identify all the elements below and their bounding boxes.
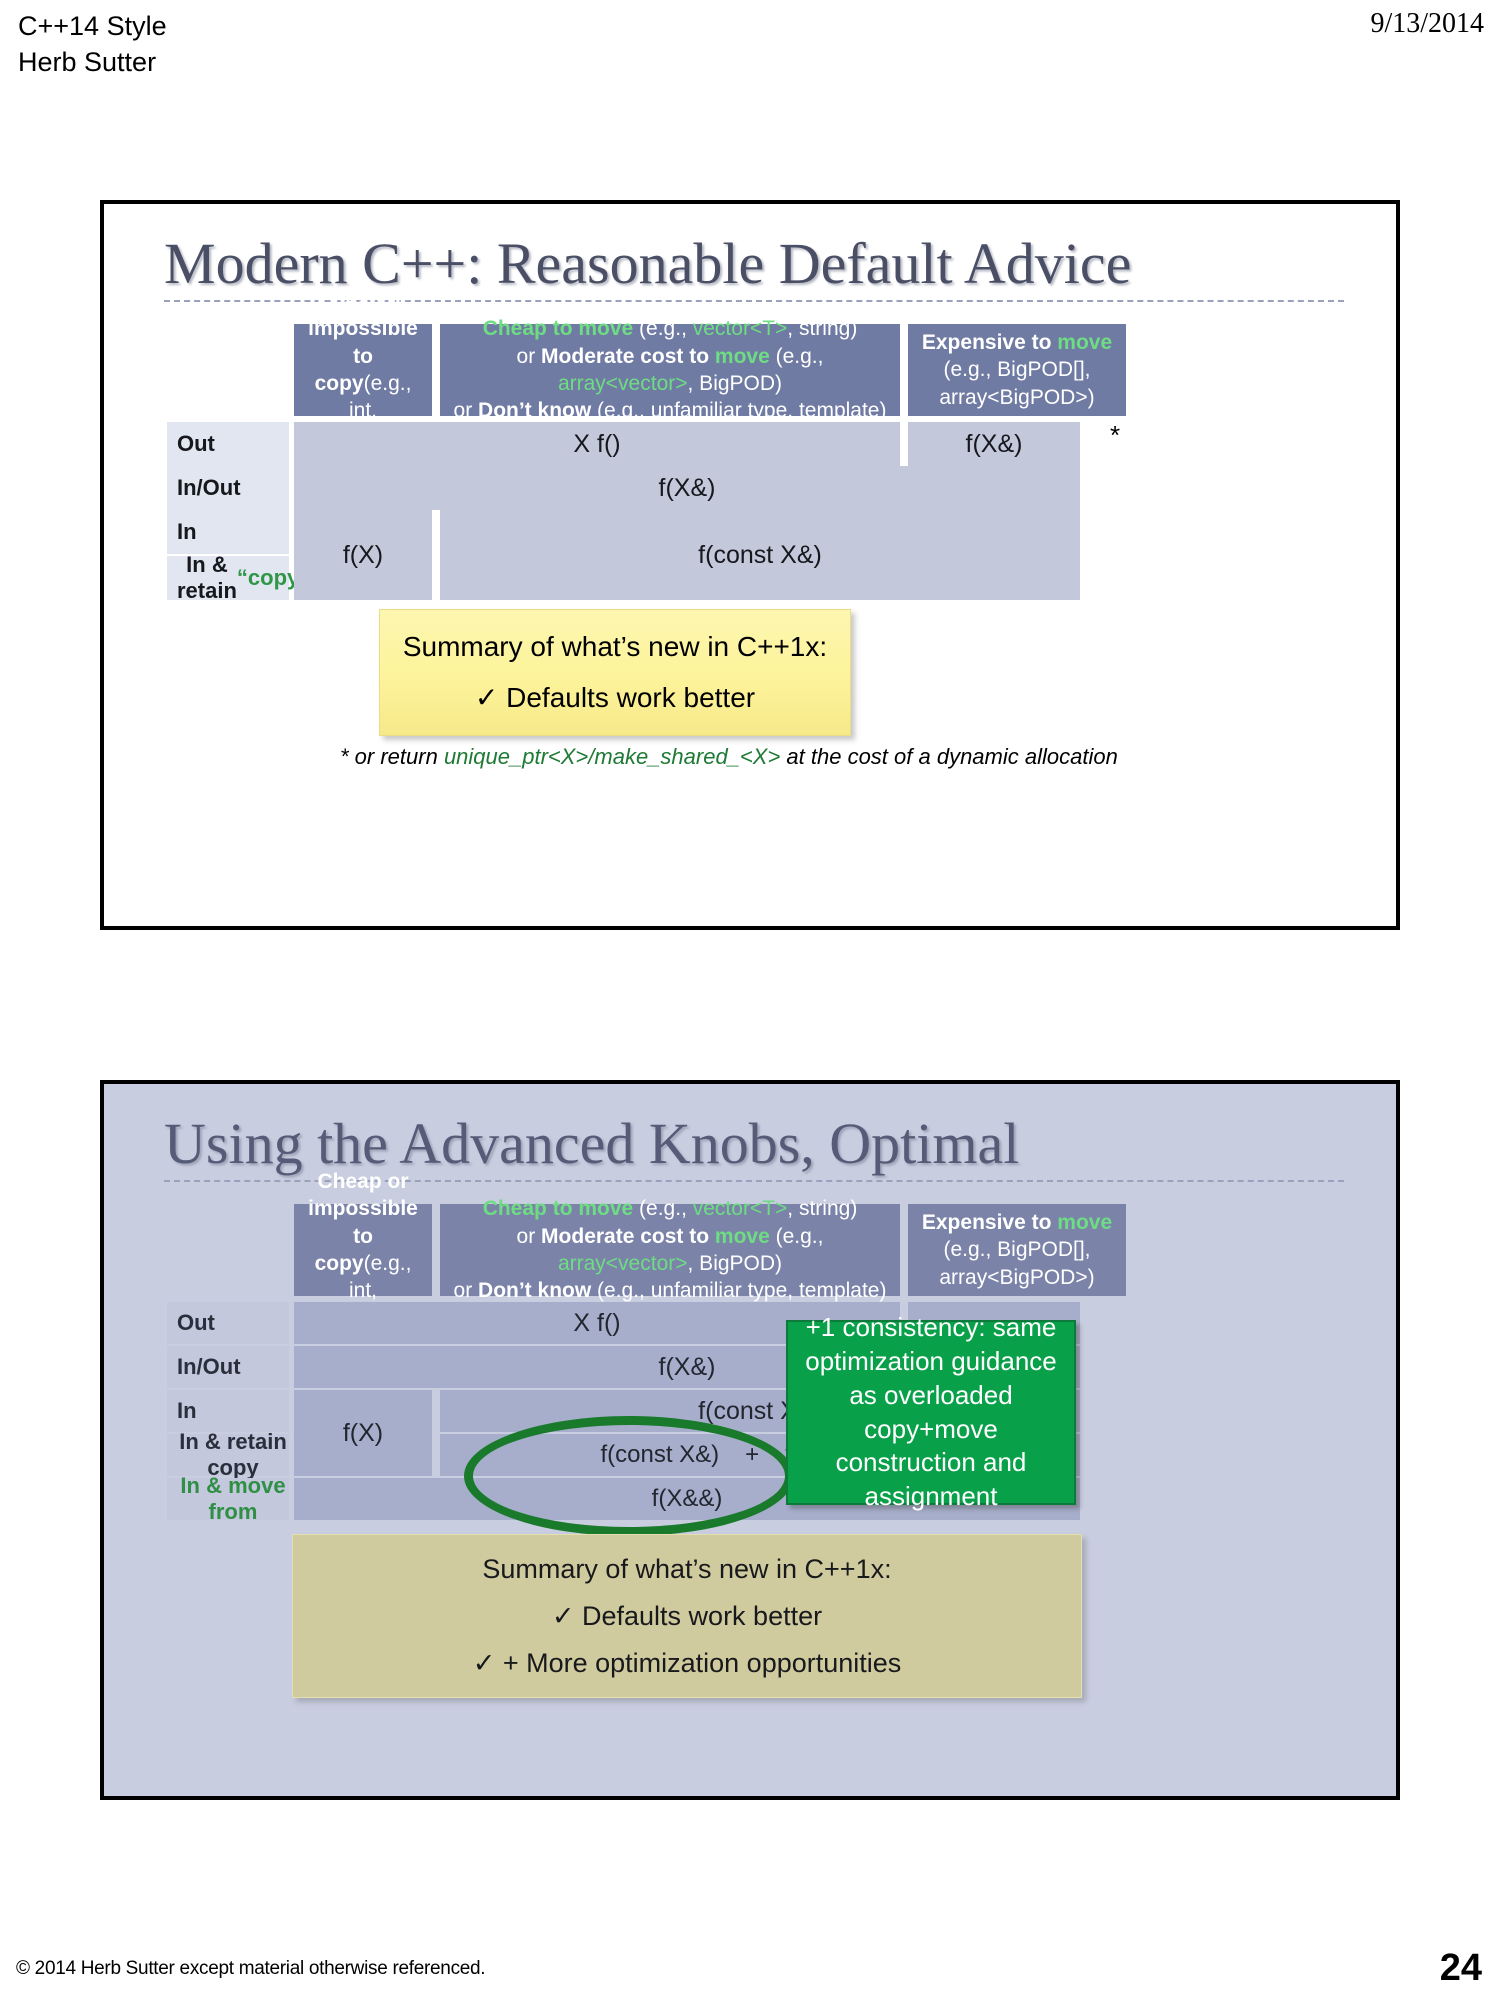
- hdr-text: (e.g.,: [769, 344, 824, 368]
- hdr-text: (e.g., unfamiliar type, template): [591, 399, 887, 423]
- hdr-text: (e.g., BigPOD[],: [943, 1238, 1091, 1262]
- table-row-label-in-move-from: In & move from: [167, 1473, 289, 1524]
- hdr-text: Don’t know: [478, 399, 592, 423]
- hdr-text: move: [714, 1224, 770, 1248]
- table-row-label-out: Out: [167, 1302, 289, 1344]
- table-cell-fx: f(X): [294, 1390, 432, 1476]
- hdr-text: array<vector>: [557, 372, 688, 395]
- hdr-text: (e.g., BigPOD[],: [943, 358, 1091, 382]
- table-row-label-in-retain-copy: In & retain “copy”: [167, 552, 310, 603]
- hdr-text: (e.g., unfamiliar type, template): [591, 1279, 887, 1303]
- table-header-cheap-or-impossible-to-copy: Cheap or impossible to copy(e.g., int, u…: [294, 290, 432, 450]
- table-cell-inout-wide: f(X&): [294, 466, 1080, 510]
- hdr-text: impossible to: [308, 317, 418, 368]
- table-cell-out-wide: X f(): [294, 422, 900, 466]
- table-header-cheap-or-impossible-to-copy: Cheap or impossible to copy(e.g., int, u…: [294, 1170, 432, 1330]
- footnote-asterisk-marker: *: [1110, 420, 1121, 450]
- hdr-text: Cheap to move: [482, 1197, 634, 1221]
- hdr-text: vector<T>: [692, 317, 788, 341]
- hdr-text: Don’t know: [478, 1279, 592, 1303]
- table-row-label-in: In: [167, 1390, 289, 1432]
- hdr-text: array<vector>: [557, 1252, 688, 1275]
- table-row-label-inout: In/Out: [167, 466, 289, 510]
- hdr-text: Expensive to: [921, 331, 1058, 355]
- table-row-label-in-retain-copy: In & retain copy: [167, 1429, 289, 1480]
- row-label-accent: In & move from: [180, 1473, 286, 1524]
- slide-1: Modern C++: Reasonable Default Advice Ch…: [100, 200, 1400, 930]
- table-header-cheap-to-move: Cheap to move (e.g., vector<T>, string) …: [440, 1197, 900, 1302]
- summary-line-1: Summary of what’s new in C++1x:: [482, 1553, 892, 1584]
- hdr-text: (e.g.,: [769, 1224, 824, 1248]
- hdr-text: or: [453, 399, 479, 423]
- page-header: C++14 Style Herb Sutter 9/13/2014: [0, 0, 1500, 96]
- slide-1-table: Cheap or impossible to copy(e.g., int, u…: [104, 204, 1396, 926]
- deck-title-block: C++14 Style Herb Sutter: [18, 8, 167, 81]
- summary-line-2: ✓ Defaults work better: [474, 682, 756, 713]
- page-number: 24: [1439, 1947, 1482, 1989]
- slide-handout-page: C++14 Style Herb Sutter 9/13/2014 Modern…: [0, 0, 1500, 2000]
- table-cell-fconstx: f(const X&): [440, 510, 1080, 600]
- deck-author: Herb Sutter: [18, 47, 157, 78]
- copyright-notice: © 2014 Herb Sutter except material other…: [16, 1958, 486, 1979]
- hdr-text: move: [1057, 1211, 1113, 1235]
- hdr-text: Moderate cost to: [541, 344, 715, 368]
- table-row-label-out: Out: [167, 422, 289, 466]
- deck-title: C++14 Style: [18, 11, 167, 41]
- summary-callout-khaki: Summary of what’s new in C++1x: ✓ Defaul…: [292, 1534, 1082, 1698]
- hdr-text: copy: [314, 1252, 364, 1275]
- footnote-code: unique_ptr<X>/make_shared_<X>: [443, 744, 781, 769]
- deck-date: 9/13/2014: [1370, 8, 1484, 39]
- table-header-cheap-to-move: Cheap to move (e.g., vector<T>, string) …: [440, 317, 900, 422]
- summary-line-1: Summary of what’s new in C++1x:: [402, 631, 828, 662]
- slide-2: Using the Advanced Knobs, Optimal Cheap …: [100, 1080, 1400, 1800]
- slide-1-footnote: * or return unique_ptr<X>/make_shared_<X…: [340, 744, 1118, 770]
- hdr-text: , BigPOD): [687, 1252, 783, 1275]
- summary-line-2: ✓ Defaults work better: [551, 1600, 823, 1631]
- hdr-text: vector<T>: [692, 1197, 788, 1221]
- table-cell-fx: f(X): [294, 510, 432, 600]
- hdr-text: , BigPOD): [687, 372, 783, 395]
- hdr-text: Moderate cost to: [541, 1224, 715, 1248]
- hdr-text: impossible to: [308, 1197, 418, 1248]
- table-row-label-in: In: [167, 510, 289, 554]
- table-header-expensive-to-move: Expensive to move (e.g., BigPOD[], array…: [908, 1204, 1126, 1296]
- hdr-text: array<BigPOD>): [939, 1265, 1095, 1289]
- hdr-text: array<BigPOD>): [939, 385, 1095, 409]
- hdr-text: Cheap to move: [482, 317, 634, 341]
- highlight-ellipse: [464, 1416, 794, 1536]
- hdr-text: or: [516, 1224, 542, 1248]
- footnote-pre: * or return: [340, 744, 444, 769]
- consistency-callout-green: +1 consistency: same optimization guidan…: [786, 1312, 1076, 1511]
- table-row-label-inout: In/Out: [167, 1346, 289, 1388]
- hdr-text: Cheap or: [317, 1170, 409, 1194]
- hdr-text: , string): [787, 1197, 858, 1221]
- hdr-text: (e.g.,: [633, 1197, 693, 1221]
- hdr-text: copy: [314, 372, 364, 395]
- table-cell-out-expensive: f(X&): [908, 422, 1080, 466]
- hdr-text: move: [714, 344, 770, 368]
- hdr-text: (e.g.,: [633, 317, 693, 341]
- summary-line-3: ✓ + More optimization opportunities: [472, 1647, 902, 1678]
- footnote-post: at the cost of a dynamic allocation: [780, 744, 1118, 769]
- hdr-text: move: [1057, 331, 1113, 355]
- hdr-text: Cheap or: [317, 290, 409, 314]
- table-header-expensive-to-move: Expensive to move (e.g., BigPOD[], array…: [908, 324, 1126, 416]
- summary-callout-yellow: Summary of what’s new in C++1x: ✓ Defaul…: [379, 609, 851, 736]
- hdr-text: Expensive to: [921, 1211, 1058, 1235]
- row-label-text: In & retain: [177, 552, 237, 603]
- page-footer: © 2014 Herb Sutter except material other…: [0, 1930, 1500, 2000]
- hdr-text: or: [453, 1279, 479, 1303]
- hdr-text: , string): [787, 317, 858, 341]
- hdr-text: or: [516, 344, 542, 368]
